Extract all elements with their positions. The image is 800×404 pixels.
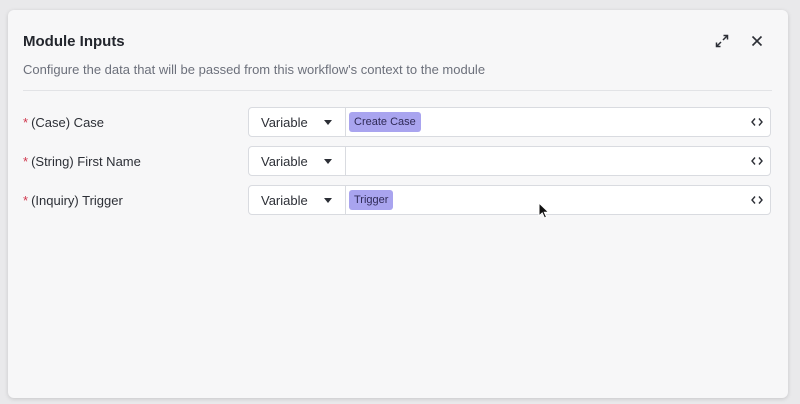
input-field: Variable	[248, 146, 771, 176]
input-label-text: (Inquiry) Trigger	[31, 193, 123, 208]
module-inputs-dialog: Module Inputs Configure the data that wi…	[8, 10, 788, 398]
input-label: * (Inquiry) Trigger	[23, 193, 123, 208]
dialog-title: Module Inputs	[23, 33, 125, 50]
caret-down-icon	[324, 159, 332, 164]
code-icon[interactable]	[750, 154, 764, 168]
variable-chip[interactable]: Trigger	[349, 190, 394, 210]
input-field: Variable Trigger	[248, 185, 771, 215]
mouse-pointer-icon	[538, 201, 550, 220]
expand-icon[interactable]	[713, 32, 731, 50]
code-icon[interactable]	[750, 193, 764, 207]
required-marker: *	[23, 193, 29, 208]
input-label: * (Case) Case	[23, 115, 104, 130]
type-select[interactable]: Variable	[249, 108, 346, 136]
input-label-text: (Case) Case	[31, 115, 105, 130]
value-input[interactable]	[346, 147, 766, 175]
caret-down-icon	[324, 198, 332, 203]
input-row-trigger: * (Inquiry) Trigger Variable Trigger	[23, 185, 773, 217]
type-select[interactable]: Variable	[249, 147, 346, 175]
type-select-value: Variable	[261, 192, 308, 208]
dialog-subtitle: Configure the data that will be passed f…	[23, 62, 486, 77]
input-label-text: (String) First Name	[31, 154, 141, 169]
input-label: * (String) First Name	[23, 154, 141, 169]
input-row-case: * (Case) Case Variable Create Case	[23, 107, 773, 139]
caret-down-icon	[324, 120, 332, 125]
input-row-first-name: * (String) First Name Variable	[23, 146, 773, 178]
value-input[interactable]: Create Case	[346, 108, 766, 136]
variable-chip[interactable]: Create Case	[349, 112, 421, 132]
type-select[interactable]: Variable	[249, 186, 346, 214]
required-marker: *	[23, 154, 29, 169]
type-select-value: Variable	[261, 153, 308, 169]
header-divider	[23, 90, 772, 91]
required-marker: *	[23, 115, 29, 130]
input-field: Variable Create Case	[248, 107, 771, 137]
code-icon[interactable]	[750, 115, 764, 129]
type-select-value: Variable	[261, 114, 308, 130]
value-input[interactable]: Trigger	[346, 186, 766, 214]
close-icon[interactable]	[748, 32, 766, 50]
